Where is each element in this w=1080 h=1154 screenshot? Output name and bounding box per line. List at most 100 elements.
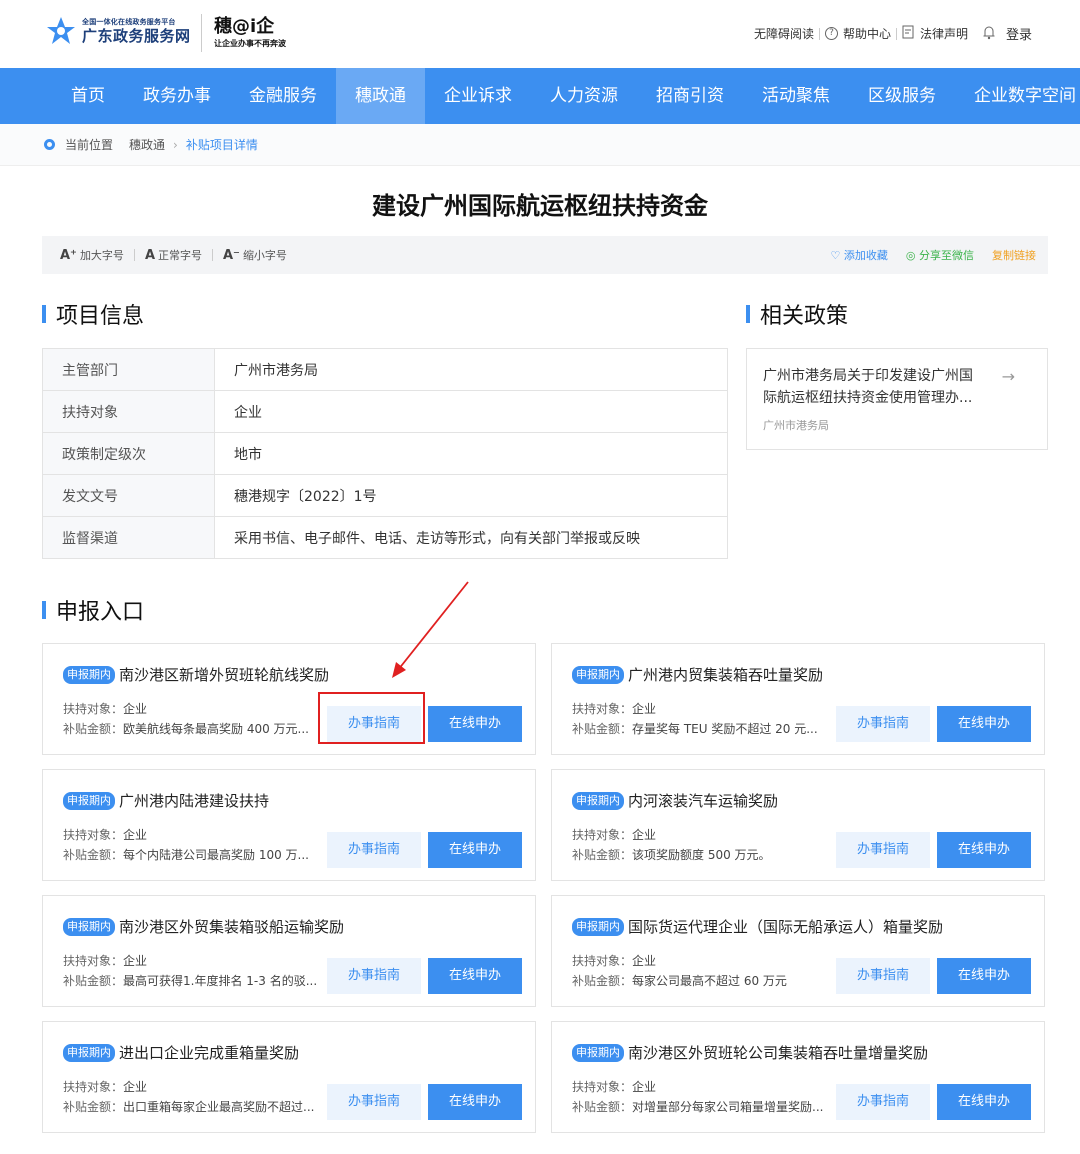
table-row: 政策制定级次 地市 [42, 432, 728, 475]
target-value: 企业 [123, 954, 148, 968]
heading-bar [746, 305, 750, 323]
guide-button[interactable]: 办事指南 [836, 706, 930, 742]
status-badge: 申报期内 [63, 791, 115, 810]
apply-online-button[interactable]: 在线申办 [937, 958, 1031, 994]
arrow-right-icon: → [1001, 367, 1015, 386]
breadcrumb: 当前位置 穗政通 › 补贴项目详情 [0, 124, 1080, 166]
info-value: 穗港规字〔2022〕1号 [214, 474, 728, 517]
target-label: 扶持对象： [572, 954, 633, 968]
login-link[interactable]: 登录 [1006, 24, 1032, 43]
target-value: 企业 [632, 1080, 657, 1094]
annotation-arrow [392, 581, 469, 678]
table-row: 监督渠道 采用书信、电子邮件、电话、走访等形式，向有关部门举报或反映 [42, 516, 728, 559]
font-normal-icon: A [144, 247, 155, 263]
card-title: 内河滚装汽车运输奖励 [628, 792, 779, 810]
heading-bar [42, 601, 46, 619]
status-badge: 申报期内 [63, 917, 115, 936]
amount-value: 出口重箱每家企业最高奖励不超过... [123, 1100, 315, 1114]
info-value: 广州市港务局 [214, 348, 728, 391]
font-smaller-icon: A⁻ [223, 247, 240, 263]
add-favorite-label: 添加收藏 [843, 249, 888, 262]
related-policy-card[interactable]: 广州市港务局关于印发建设广州国际航运枢纽扶持资金使用管理办... 广州市港务局 … [746, 348, 1048, 450]
amount-value: 每家公司最高不超过 60 万元 [632, 974, 787, 988]
share-wechat-button[interactable]: ◎ 分享至微信 [906, 247, 974, 263]
nav-events[interactable]: 活动聚焦 [743, 68, 849, 124]
subsidy-card: 申报期内 国际货运代理企业（国际无船承运人）箱量奖励 扶持对象：企业 补贴金额：每… [551, 895, 1045, 1007]
chevron-right-icon: › [173, 137, 178, 152]
page-title: 建设广州国际航运枢纽扶持资金 [372, 192, 708, 220]
gd-logo[interactable]: 全国一体化在线政务服务平台 广东政务服务网 [46, 16, 191, 46]
card-title: 广州港内陆港建设扶持 [119, 792, 270, 810]
font-larger-button[interactable]: A⁺ 加大字号 [60, 247, 124, 263]
suiqi-logo[interactable]: 穗@i企 让企业办事不再奔波 [214, 16, 286, 50]
apply-entry-title: 申报入口 [56, 600, 145, 625]
help-center-link[interactable]: ? 帮助中心 [824, 25, 891, 42]
status-badge: 申报期内 [572, 791, 624, 810]
status-badge: 申报期内 [572, 665, 624, 684]
nav-investment[interactable]: 招商引资 [637, 68, 743, 124]
status-badge: 申报期内 [572, 917, 624, 936]
document-icon [902, 25, 915, 42]
legal-link[interactable]: 法律声明 [902, 25, 968, 42]
info-value: 采用书信、电子邮件、电话、走访等形式，向有关部门举报或反映 [214, 516, 728, 559]
guide-button[interactable]: 办事指南 [327, 1084, 421, 1120]
card-title: 南沙港区外贸班轮公司集装箱吞吐量增量奖励 [628, 1044, 929, 1062]
nav-financial-services[interactable]: 金融服务 [230, 68, 336, 124]
font-smaller-button[interactable]: A⁻ 缩小字号 [223, 247, 287, 263]
subsidy-card: 申报期内 进出口企业完成重箱量奖励 扶持对象：企业 补贴金额：出口重箱每家企业最高… [42, 1021, 536, 1133]
heading-bar [42, 305, 46, 323]
main-nav: 首页 政务办事 金融服务 穗政通 企业诉求 人力资源 招商引资 活动聚焦 区级服… [0, 68, 1080, 124]
breadcrumb-level1[interactable]: 穗政通 [129, 136, 165, 153]
nav-government-affairs[interactable]: 政务办事 [124, 68, 230, 124]
font-normal-button[interactable]: A 正常字号 [145, 247, 202, 263]
amount-label: 补贴金额： [572, 722, 633, 736]
project-info-table: 主管部门 广州市港务局 扶持对象 企业 政策制定级次 地市 发文文号 穗港规字〔… [42, 348, 728, 559]
nav-digital-space[interactable]: 企业数字空间 [955, 68, 1080, 124]
accessible-reading-link[interactable]: 无障碍阅读 [754, 25, 814, 42]
wechat-icon: ◎ [905, 249, 916, 262]
info-key: 发文文号 [42, 474, 215, 517]
target-value: 企业 [632, 828, 657, 842]
logo-title: 广东政务服务网 [82, 26, 191, 45]
add-favorite-button[interactable]: ♡ 添加收藏 [831, 247, 888, 263]
card-title: 广州港内贸集装箱吞吐量奖励 [628, 666, 824, 684]
apply-online-button[interactable]: 在线申办 [937, 706, 1031, 742]
font-smaller-label: 缩小字号 [242, 249, 287, 262]
status-badge: 申报期内 [63, 665, 115, 684]
guide-button[interactable]: 办事指南 [836, 1084, 930, 1120]
copy-link-button[interactable]: 复制链接 [992, 247, 1036, 263]
breadcrumb-label: 当前位置 [65, 138, 114, 152]
bell-icon[interactable] [982, 25, 996, 43]
guide-button[interactable]: 办事指南 [836, 832, 930, 868]
share-wechat-label: 分享至微信 [919, 249, 974, 262]
nav-home[interactable]: 首页 [52, 68, 124, 124]
heart-icon: ♡ [830, 249, 841, 262]
font-normal-label: 正常字号 [158, 249, 202, 262]
nav-suizhengtong[interactable]: 穗政通 [336, 68, 425, 124]
font-larger-label: 加大字号 [79, 249, 124, 262]
apply-online-button[interactable]: 在线申办 [428, 706, 522, 742]
annotation-highlight-box [318, 692, 425, 744]
info-key: 主管部门 [42, 348, 215, 391]
apply-online-button[interactable]: 在线申办 [428, 958, 522, 994]
target-label: 扶持对象： [63, 1080, 124, 1094]
apply-online-button[interactable]: 在线申办 [937, 1084, 1031, 1120]
amount-value: 最高可获得1.年度排名 1-3 名的驳... [123, 974, 318, 988]
card-title: 国际货运代理企业（国际无船承运人）箱量奖励 [628, 918, 944, 936]
apply-online-button[interactable]: 在线申办 [428, 832, 522, 868]
policy-title: 广州市港务局关于印发建设广州国际航运枢纽扶持资金使用管理办... [763, 368, 973, 406]
nav-district-services[interactable]: 区级服务 [849, 68, 955, 124]
apply-online-button[interactable]: 在线申办 [428, 1084, 522, 1120]
amount-value: 存量奖每 TEU 奖励不超过 20 元... [632, 722, 818, 736]
guide-button[interactable]: 办事指南 [836, 958, 930, 994]
nav-enterprise-appeals[interactable]: 企业诉求 [425, 68, 531, 124]
project-info-heading: 项目信息 [42, 298, 144, 330]
amount-label: 补贴金额： [63, 848, 124, 862]
target-label: 扶持对象： [63, 954, 124, 968]
nav-human-resources[interactable]: 人力资源 [531, 68, 637, 124]
guide-button[interactable]: 办事指南 [327, 832, 421, 868]
logo-divider [201, 14, 202, 52]
subsidy-card: 申报期内 广州港内贸集装箱吞吐量奖励 扶持对象：企业 补贴金额：存量奖每 TEU … [551, 643, 1045, 755]
apply-online-button[interactable]: 在线申办 [937, 832, 1031, 868]
guide-button[interactable]: 办事指南 [327, 958, 421, 994]
